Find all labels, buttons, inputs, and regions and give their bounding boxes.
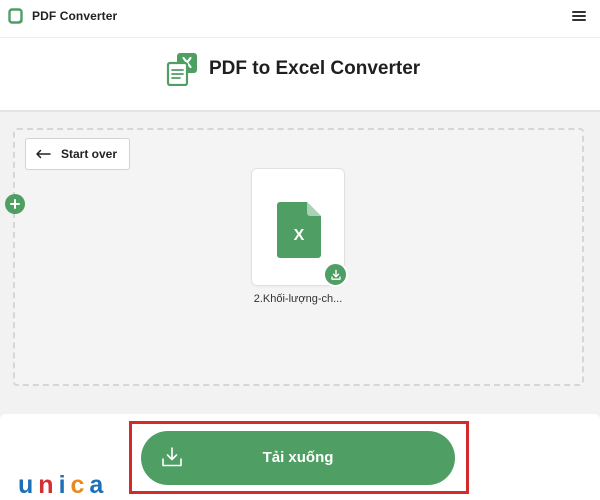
brand[interactable]: PDF Converter <box>8 8 117 24</box>
arrow-left-icon <box>36 149 51 159</box>
hamburger-menu-icon[interactable] <box>572 8 586 24</box>
download-icon <box>330 269 341 280</box>
file-name: 2.Khối-lượng-ch... <box>253 293 343 305</box>
start-over-button[interactable]: Start over <box>25 138 130 170</box>
file-download-button[interactable] <box>323 262 348 287</box>
watermark-letter: a <box>89 471 109 499</box>
top-bar: PDF Converter <box>0 0 600 38</box>
add-file-button[interactable] <box>5 194 25 214</box>
watermark-letter: c <box>70 471 90 499</box>
watermark-letter: u <box>18 471 39 499</box>
pdf-converter-logo-icon <box>8 8 23 24</box>
start-over-label: Start over <box>61 147 118 161</box>
highlight-annotation <box>129 421 469 494</box>
watermark-letter: n <box>38 471 59 499</box>
watermark-letter: i <box>58 471 71 499</box>
tool-header: PDF to Excel Converter <box>0 38 600 112</box>
page-title: PDF to Excel Converter <box>209 58 421 79</box>
excel-file-icon: X <box>277 202 321 258</box>
app-name: PDF Converter <box>32 9 118 23</box>
plus-icon <box>10 199 20 209</box>
pdf-to-excel-icon <box>166 53 197 86</box>
file-type-letter: X <box>294 227 305 244</box>
unica-watermark-logo: unica <box>18 470 108 500</box>
